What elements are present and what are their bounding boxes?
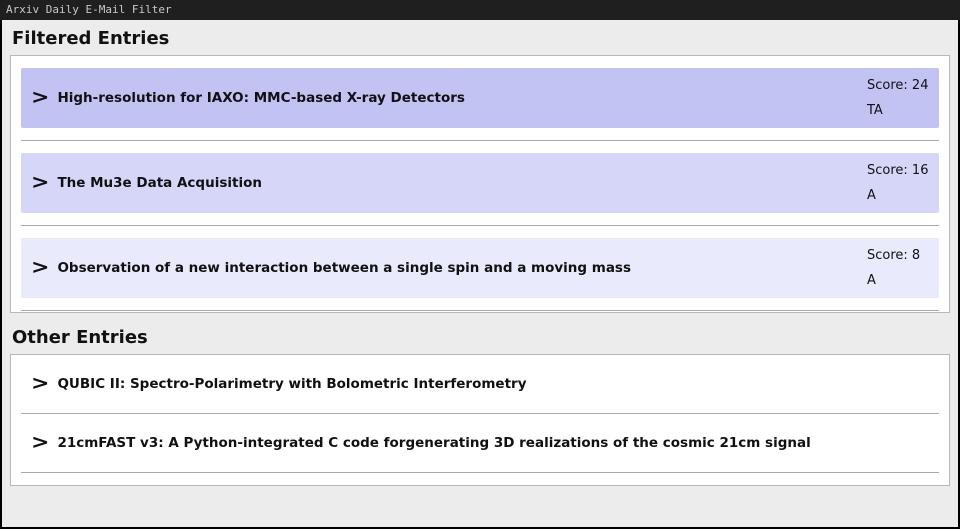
entry-title: Observation of a new interaction between… bbox=[57, 260, 867, 276]
app-window: Arxiv Daily E-Mail Filter Filtered Entri… bbox=[0, 0, 960, 529]
entry-row[interactable]: >Observation of a new interaction betwee… bbox=[21, 238, 939, 298]
window-titlebar[interactable]: Arxiv Daily E-Mail Filter bbox=[0, 0, 960, 20]
entry-row[interactable]: >21cmFAST v3: A Python-integrated C code… bbox=[21, 426, 939, 460]
entry-wrap: >QUBIC II: Spectro-Polarimetry with Bolo… bbox=[21, 367, 939, 414]
other-panel[interactable]: >QUBIC II: Spectro-Polarimetry with Bolo… bbox=[10, 354, 950, 486]
entry-score: Score: 24 bbox=[867, 78, 928, 93]
entry-title: High-resolution for IAXO: MMC-based X-ra… bbox=[57, 90, 867, 106]
entry-meta: Score: 8 A bbox=[867, 244, 929, 292]
section-spacer bbox=[10, 313, 950, 325]
entry-wrap: >Observation of a new interaction betwee… bbox=[21, 238, 939, 311]
filtered-panel[interactable]: >High-resolution for IAXO: MMC-based X-r… bbox=[10, 55, 950, 313]
entry-title: The Mu3e Data Acquisition bbox=[57, 175, 867, 191]
entry-row[interactable]: >The Mu3e Data AcquisitionScore: 16 A bbox=[21, 153, 939, 213]
expand-icon[interactable]: > bbox=[27, 258, 57, 278]
other-heading: Other Entries bbox=[12, 327, 950, 348]
client-area: Filtered Entries >High-resolution for IA… bbox=[0, 20, 960, 529]
entry-wrap: >High-resolution for IAXO: MMC-based X-r… bbox=[21, 68, 939, 141]
entry-score: Score: 16 bbox=[867, 163, 928, 178]
entry-title: QUBIC II: Spectro-Polarimetry with Bolom… bbox=[57, 376, 929, 392]
other-list: >QUBIC II: Spectro-Polarimetry with Bolo… bbox=[11, 355, 949, 473]
entry-meta: Score: 16 A bbox=[867, 159, 929, 207]
filtered-heading: Filtered Entries bbox=[12, 28, 950, 49]
entry-flag: A bbox=[867, 188, 876, 203]
expand-icon[interactable]: > bbox=[27, 173, 57, 193]
entry-title: 21cmFAST v3: A Python-integrated C code … bbox=[57, 435, 929, 451]
entry-wrap: >The Mu3e Data AcquisitionScore: 16 A bbox=[21, 153, 939, 226]
expand-icon[interactable]: > bbox=[27, 433, 57, 453]
entry-flag: TA bbox=[867, 103, 883, 118]
entry-row[interactable]: >QUBIC II: Spectro-Polarimetry with Bolo… bbox=[21, 367, 939, 401]
entry-flag: A bbox=[867, 273, 876, 288]
expand-icon[interactable]: > bbox=[27, 374, 57, 394]
entry-meta: Score: 24 TA bbox=[867, 74, 929, 122]
filtered-list: >High-resolution for IAXO: MMC-based X-r… bbox=[11, 56, 949, 311]
entry-wrap: >21cmFAST v3: A Python-integrated C code… bbox=[21, 426, 939, 473]
expand-icon[interactable]: > bbox=[27, 88, 57, 108]
entry-score: Score: 8 bbox=[867, 248, 920, 263]
entry-row[interactable]: >High-resolution for IAXO: MMC-based X-r… bbox=[21, 68, 939, 128]
window-title: Arxiv Daily E-Mail Filter bbox=[6, 3, 172, 16]
